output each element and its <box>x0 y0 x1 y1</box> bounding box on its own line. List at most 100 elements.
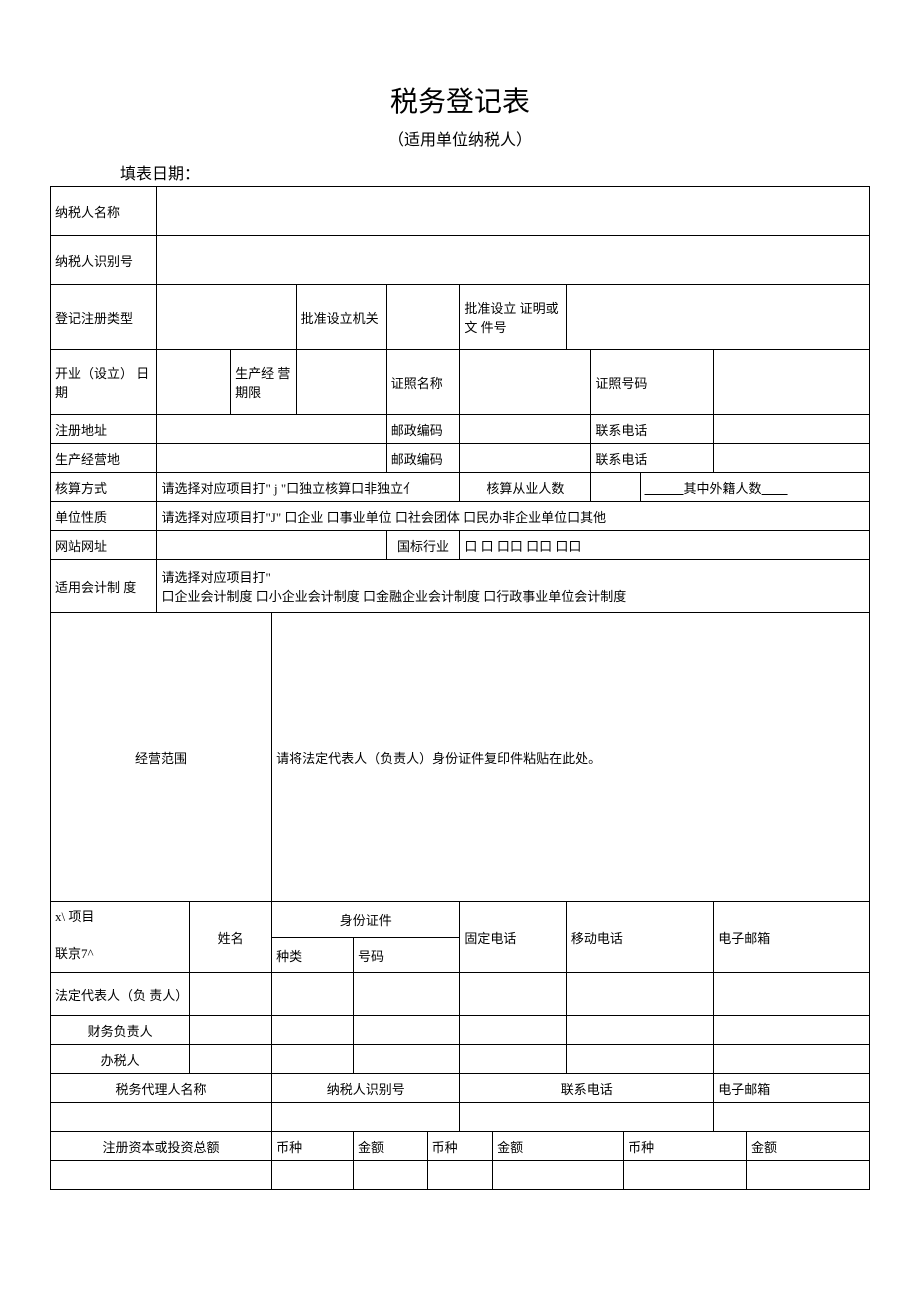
input-website[interactable] <box>157 531 386 560</box>
input-biz-term[interactable] <box>296 350 386 415</box>
label-currency-3: 币种 <box>624 1132 747 1161</box>
input-cfo-fixed[interactable] <box>460 1016 566 1045</box>
input-legal-idno[interactable] <box>353 973 459 1016</box>
label-tax-agent: 税务代理人名称 <box>51 1074 272 1103</box>
label-amount-3: 金额 <box>746 1132 869 1161</box>
page-title: 税务登记表 <box>50 80 870 120</box>
input-industry[interactable]: 口 口 口口 口口 口口 <box>460 531 870 560</box>
input-amount-3[interactable] <box>746 1161 869 1190</box>
opt-unit-nature[interactable]: 请选择对应项目打"J" 口企业 口事业单位 口社会团体 口民办非企业单位口其他 <box>157 502 870 531</box>
label-fixed-phone: 固定电话 <box>460 902 566 973</box>
input-cfo-idtype[interactable] <box>272 1016 354 1045</box>
input-th-idno[interactable] <box>353 1045 459 1074</box>
input-agent-phone[interactable] <box>460 1103 714 1132</box>
input-postal-1[interactable] <box>460 415 591 444</box>
input-open-date[interactable] <box>157 350 231 415</box>
label-unit-nature: 单位性质 <box>51 502 157 531</box>
input-capital[interactable] <box>51 1161 272 1190</box>
label-agent-phone: 联系电话 <box>460 1074 714 1103</box>
input-cfo-idno[interactable] <box>353 1016 459 1045</box>
label-postal-1: 邮政编码 <box>386 415 460 444</box>
label-mobile: 移动电话 <box>566 902 713 973</box>
input-biz-place[interactable] <box>157 444 386 473</box>
page-subtitle: （适用单位纳税人） <box>50 126 870 150</box>
label-agent-email: 电子邮箱 <box>714 1074 870 1103</box>
label-staff-count: 核算从业人数 <box>460 473 591 502</box>
input-legal-mobile[interactable] <box>566 973 713 1016</box>
input-th-fixed[interactable] <box>460 1045 566 1074</box>
label-accounting-system: 适用会计制 度 <box>51 560 157 613</box>
label-industry: 国标行业 <box>386 531 460 560</box>
input-cert-name[interactable] <box>460 350 591 415</box>
input-currency-1[interactable] <box>272 1161 354 1190</box>
input-postal-2[interactable] <box>460 444 591 473</box>
input-amount-2[interactable] <box>493 1161 624 1190</box>
label-taxpayer-id: 纳税人识别号 <box>51 236 157 285</box>
input-reg-type[interactable] <box>157 285 296 350</box>
label-open-date: 开业（设立） 日期 <box>51 350 157 415</box>
input-cfo-mobile[interactable] <box>566 1016 713 1045</box>
label-currency-1: 币种 <box>272 1132 354 1161</box>
input-phone-2[interactable] <box>714 444 870 473</box>
input-legal-idtype[interactable] <box>272 973 354 1016</box>
label-accounting-method: 核算方式 <box>51 473 157 502</box>
label-capital: 注册资本或投资总额 <box>51 1132 272 1161</box>
input-th-idtype[interactable] <box>272 1045 354 1074</box>
fill-date-label: 填表日期： <box>120 160 870 184</box>
label-approval-org: 批准设立机关 <box>296 285 386 350</box>
label-approval-doc: 批准设立 证明或文 件号 <box>460 285 566 350</box>
label-id-no: 号码 <box>353 938 459 973</box>
label-id-cert: 身份证件 <box>272 902 460 938</box>
input-cfo-email[interactable] <box>714 1016 870 1045</box>
label-project: x\ 项目 联京7^ <box>51 902 190 973</box>
input-th-name[interactable] <box>190 1045 272 1074</box>
input-taxpayer-name[interactable] <box>157 187 870 236</box>
label-id-type: 种类 <box>272 938 354 973</box>
label-biz-scope: 经营范围 <box>51 613 272 902</box>
opt-accounting-system[interactable]: 请选择对应项目打" 口企业会计制度 口小企业会计制度 口金融企业会计制度 口行政… <box>157 560 870 613</box>
input-currency-2[interactable] <box>427 1161 493 1190</box>
label-foreign-staff: 其中外籍人数 <box>640 473 869 502</box>
input-phone-1[interactable] <box>714 415 870 444</box>
opt-accounting-method[interactable]: 请选择对应项目打" j "口独立核算口非独立亻 <box>157 473 460 502</box>
label-website: 网站网址 <box>51 531 157 560</box>
input-reg-addr[interactable] <box>157 415 386 444</box>
input-legal-email[interactable] <box>714 973 870 1016</box>
label-tax-handler: 办税人 <box>51 1045 190 1074</box>
tax-form-table: 纳税人名称 纳税人识别号 登记注册类型 批准设立机关 批准设立 证明或文 件号 … <box>50 186 870 1190</box>
label-biz-term: 生产经 营期限 <box>231 350 297 415</box>
label-cfo: 财务负责人 <box>51 1016 190 1045</box>
label-email: 电子邮箱 <box>714 902 870 973</box>
input-taxpayer-id[interactable] <box>157 236 870 285</box>
input-th-mobile[interactable] <box>566 1045 713 1074</box>
label-agent-id: 纳税人识别号 <box>272 1074 460 1103</box>
input-staff-count[interactable] <box>591 473 640 502</box>
label-biz-place: 生产经营地 <box>51 444 157 473</box>
input-agent-id[interactable] <box>272 1103 460 1132</box>
label-legal-rep: 法定代表人（负 责人） <box>51 973 190 1016</box>
input-agent-name[interactable] <box>51 1103 272 1132</box>
input-currency-3[interactable] <box>624 1161 747 1190</box>
label-phone-1: 联系电话 <box>591 415 714 444</box>
input-amount-1[interactable] <box>353 1161 427 1190</box>
label-taxpayer-name: 纳税人名称 <box>51 187 157 236</box>
input-agent-email[interactable] <box>714 1103 870 1132</box>
input-approval-doc[interactable] <box>566 285 869 350</box>
label-reg-addr: 注册地址 <box>51 415 157 444</box>
input-th-email[interactable] <box>714 1045 870 1074</box>
label-cert-no: 证照号码 <box>591 350 714 415</box>
label-currency-2: 币种 <box>427 1132 493 1161</box>
label-amount-2: 金额 <box>493 1132 624 1161</box>
label-phone-2: 联系电话 <box>591 444 714 473</box>
input-approval-org[interactable] <box>386 285 460 350</box>
biz-scope-note[interactable]: 请将法定代表人（负责人）身份证件复印件粘贴在此处。 <box>272 613 870 902</box>
input-legal-name[interactable] <box>190 973 272 1016</box>
input-cfo-name[interactable] <box>190 1016 272 1045</box>
input-cert-no[interactable] <box>714 350 870 415</box>
label-reg-type: 登记注册类型 <box>51 285 157 350</box>
label-postal-2: 邮政编码 <box>386 444 460 473</box>
input-legal-fixed[interactable] <box>460 973 566 1016</box>
label-amount-1: 金额 <box>353 1132 427 1161</box>
label-cert-name: 证照名称 <box>386 350 460 415</box>
label-name: 姓名 <box>190 902 272 973</box>
